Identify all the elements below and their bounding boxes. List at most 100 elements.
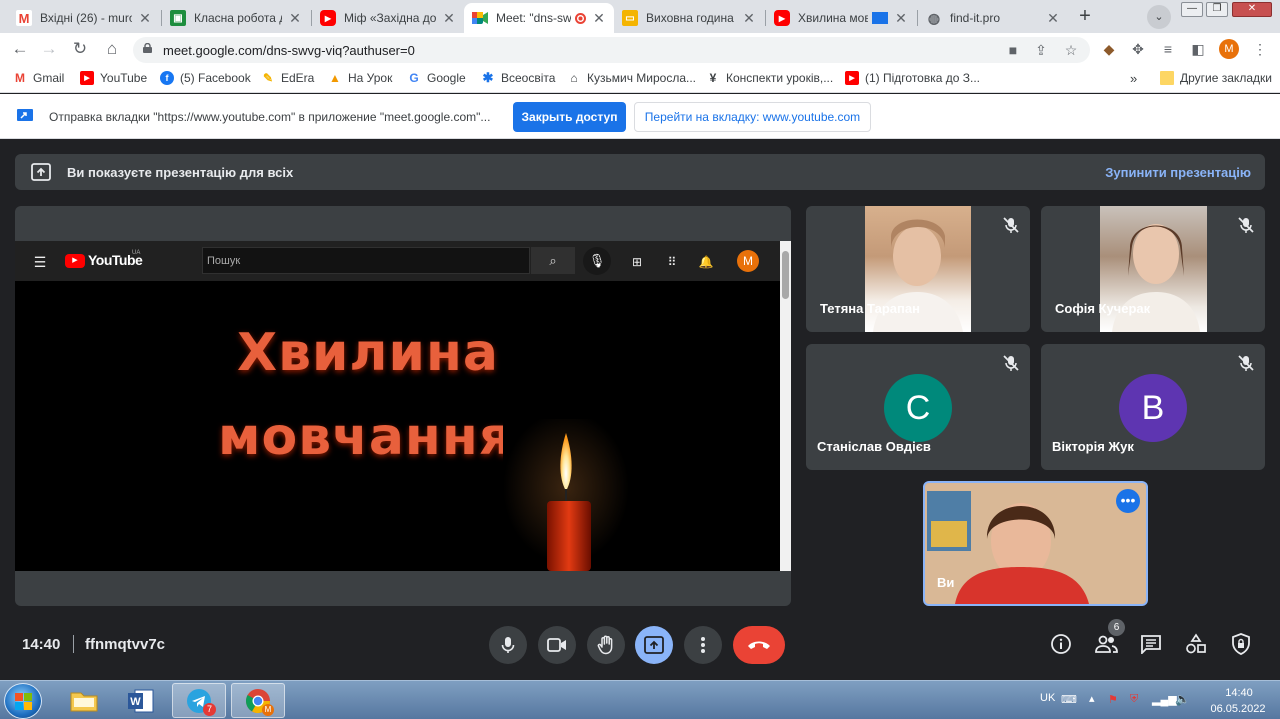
more-options-button[interactable] (684, 626, 722, 664)
reading-list-icon[interactable]: ≡ (1158, 39, 1178, 59)
volume-icon[interactable]: 🔈 (1175, 692, 1190, 706)
bookmark-gmail[interactable]: M Gmail (13, 71, 64, 85)
tab-youtube-silence[interactable]: ▶ Хвилина мов ✕ (766, 3, 916, 33)
start-button[interactable] (4, 683, 42, 719)
tab-gmail[interactable]: M Вхідні (26) - murov ✕ (8, 3, 160, 33)
close-icon[interactable]: ✕ (138, 10, 152, 27)
tab-youtube-myth[interactable]: ▶ Міф «Західна доп ✕ (312, 3, 464, 33)
youtube-avatar[interactable]: M (737, 250, 759, 272)
tab-strip: M Вхідні (26) - murov ✕ ▣ Класна робота … (0, 0, 1280, 33)
bookmark-youtube[interactable]: ▶ YouTube (80, 71, 147, 85)
self-view-tile[interactable]: ••• Ви (923, 481, 1148, 606)
video-player[interactable]: Хвилина мовчання (15, 281, 780, 571)
address-bar[interactable]: meet.google.com/dns-swvg-viq?authuser=0 … (133, 37, 1090, 63)
bookmark-na-urok[interactable]: ▲ На Урок (328, 71, 392, 85)
bookmark-konspekty[interactable]: ¥ Конспекти уроків,... (706, 71, 834, 85)
more-vert-icon (701, 637, 705, 653)
create-icon[interactable]: ⊞ (628, 253, 646, 271)
star-icon[interactable]: ☆ (1061, 40, 1081, 60)
stop-presenting-button[interactable]: Зупинити презентацію (1105, 165, 1251, 180)
bookmark-kuzmych[interactable]: ⌂ Кузьмич Миросла... (567, 71, 696, 85)
tab-title: Виховна година " (646, 11, 736, 25)
mic-icon[interactable]: 🎙 (583, 247, 611, 275)
participant-tile-stanislav[interactable]: C Станіслав Овдієв (806, 344, 1030, 470)
stop-sharing-button[interactable]: Закрыть доступ (513, 102, 626, 132)
lock-icon (143, 43, 152, 53)
share-icon[interactable]: ⇪ (1031, 40, 1051, 60)
camera-button[interactable] (538, 626, 576, 664)
more-options-button[interactable]: ••• (1116, 489, 1140, 513)
hamburger-icon[interactable]: ☰ (31, 253, 49, 271)
close-icon[interactable]: ✕ (742, 10, 756, 27)
bookmark-edera[interactable]: ✎ EdEra (261, 71, 314, 85)
network-icon[interactable]: ▂▄▆ (1152, 693, 1177, 706)
taskbar-chrome[interactable]: M (231, 683, 285, 718)
facebook-icon: f (160, 71, 174, 85)
forward-button[interactable]: → (37, 37, 61, 61)
bookmark-label: YouTube (100, 71, 148, 85)
system-time[interactable]: 14:40 (1203, 687, 1275, 699)
antivirus-icon[interactable]: ⛨ (1130, 693, 1138, 706)
apps-icon[interactable]: ⠿ (663, 253, 681, 271)
taskbar-explorer[interactable] (57, 683, 111, 718)
back-button[interactable]: ← (8, 37, 32, 61)
close-icon[interactable]: ✕ (288, 10, 302, 27)
maximize-button[interactable]: ❐ (1206, 2, 1228, 17)
camera-icon[interactable]: ■ (1003, 40, 1023, 60)
participant-tile-sofia[interactable]: Софія Кучерак (1041, 206, 1265, 332)
tab-find-it[interactable]: ◍ find-it.pro ✕ (918, 3, 1068, 33)
leave-call-button[interactable] (733, 626, 785, 664)
other-bookmarks[interactable]: Другие закладки (1160, 71, 1272, 85)
tab-title: Meet: "dns-sw (496, 11, 571, 25)
youtube-search-input[interactable]: Пошук (202, 247, 530, 274)
present-now-button[interactable] (635, 626, 673, 664)
present-icon (644, 636, 664, 654)
close-icon[interactable]: ✕ (894, 10, 908, 27)
mic-off-icon (1003, 217, 1019, 233)
system-date[interactable]: 06.05.2022 (1198, 703, 1278, 715)
participant-tile-tetiana[interactable]: Тетяна Тарапан (806, 206, 1030, 332)
keyboard-icon[interactable]: ⌨ (1061, 693, 1077, 706)
reload-button[interactable]: ↻ (68, 37, 92, 61)
minimize-button[interactable]: — (1181, 2, 1203, 17)
scrollbar[interactable] (780, 241, 791, 571)
tab-search-button[interactable]: ⌄ (1147, 5, 1171, 29)
tab-slides[interactable]: ▭ Виховна година " ✕ (614, 3, 764, 33)
close-icon[interactable]: ✕ (592, 10, 606, 27)
home-button[interactable]: ⌂ (100, 37, 124, 61)
bookmark-vseosvita[interactable]: ✱ Всеосвіта (481, 70, 556, 85)
go-to-tab-button[interactable]: Перейти на вкладку: www.youtube.com (634, 102, 871, 132)
taskbar-telegram[interactable]: 7 (172, 683, 226, 718)
youtube-logo-icon: ▶ (65, 254, 85, 268)
extensions-icon[interactable]: ✥ (1128, 39, 1148, 59)
bookmark-pidgotovka[interactable]: ▶ (1) Підготовка до З... (845, 71, 980, 85)
tab-meet[interactable]: Meet: "dns-sw ✕ (464, 3, 614, 33)
mic-button[interactable] (489, 626, 527, 664)
bookmarks-more-button[interactable]: » (1130, 71, 1137, 86)
gmail-icon: M (16, 10, 32, 26)
scrollbar-thumb[interactable] (782, 251, 789, 299)
close-window-button[interactable]: ✕ (1232, 2, 1272, 17)
taskbar-word[interactable]: W (114, 683, 168, 718)
participant-tile-viktoria[interactable]: B Вікторія Жук (1041, 344, 1265, 470)
side-panel-icon[interactable]: ◧ (1188, 39, 1208, 59)
profile-avatar[interactable]: M (1219, 39, 1239, 59)
new-tab-button[interactable]: + (1072, 4, 1098, 30)
extension-box-icon[interactable]: ◆ (1099, 39, 1119, 59)
tab-classroom[interactable]: ▣ Класна робота для ✕ (162, 3, 310, 33)
show-hidden-icons-icon[interactable]: ▴ (1089, 692, 1095, 705)
activities-button[interactable] (1183, 631, 1209, 657)
close-icon[interactable]: ✕ (442, 10, 456, 27)
bookmark-facebook[interactable]: f (5) Facebook (160, 71, 251, 85)
host-controls-button[interactable] (1228, 631, 1254, 657)
action-center-icon[interactable]: ⚑ (1108, 693, 1118, 706)
menu-icon[interactable]: ⋮ (1250, 39, 1270, 59)
input-language[interactable]: UK (1040, 692, 1055, 704)
close-icon[interactable]: ✕ (1046, 10, 1060, 27)
bookmark-google[interactable]: G Google (407, 71, 465, 85)
search-icon[interactable]: ⌕ (531, 247, 575, 274)
raise-hand-button[interactable] (587, 626, 625, 664)
bell-icon[interactable]: 🔔 (697, 253, 715, 271)
meeting-details-button[interactable] (1048, 631, 1074, 657)
chat-button[interactable] (1138, 631, 1164, 657)
